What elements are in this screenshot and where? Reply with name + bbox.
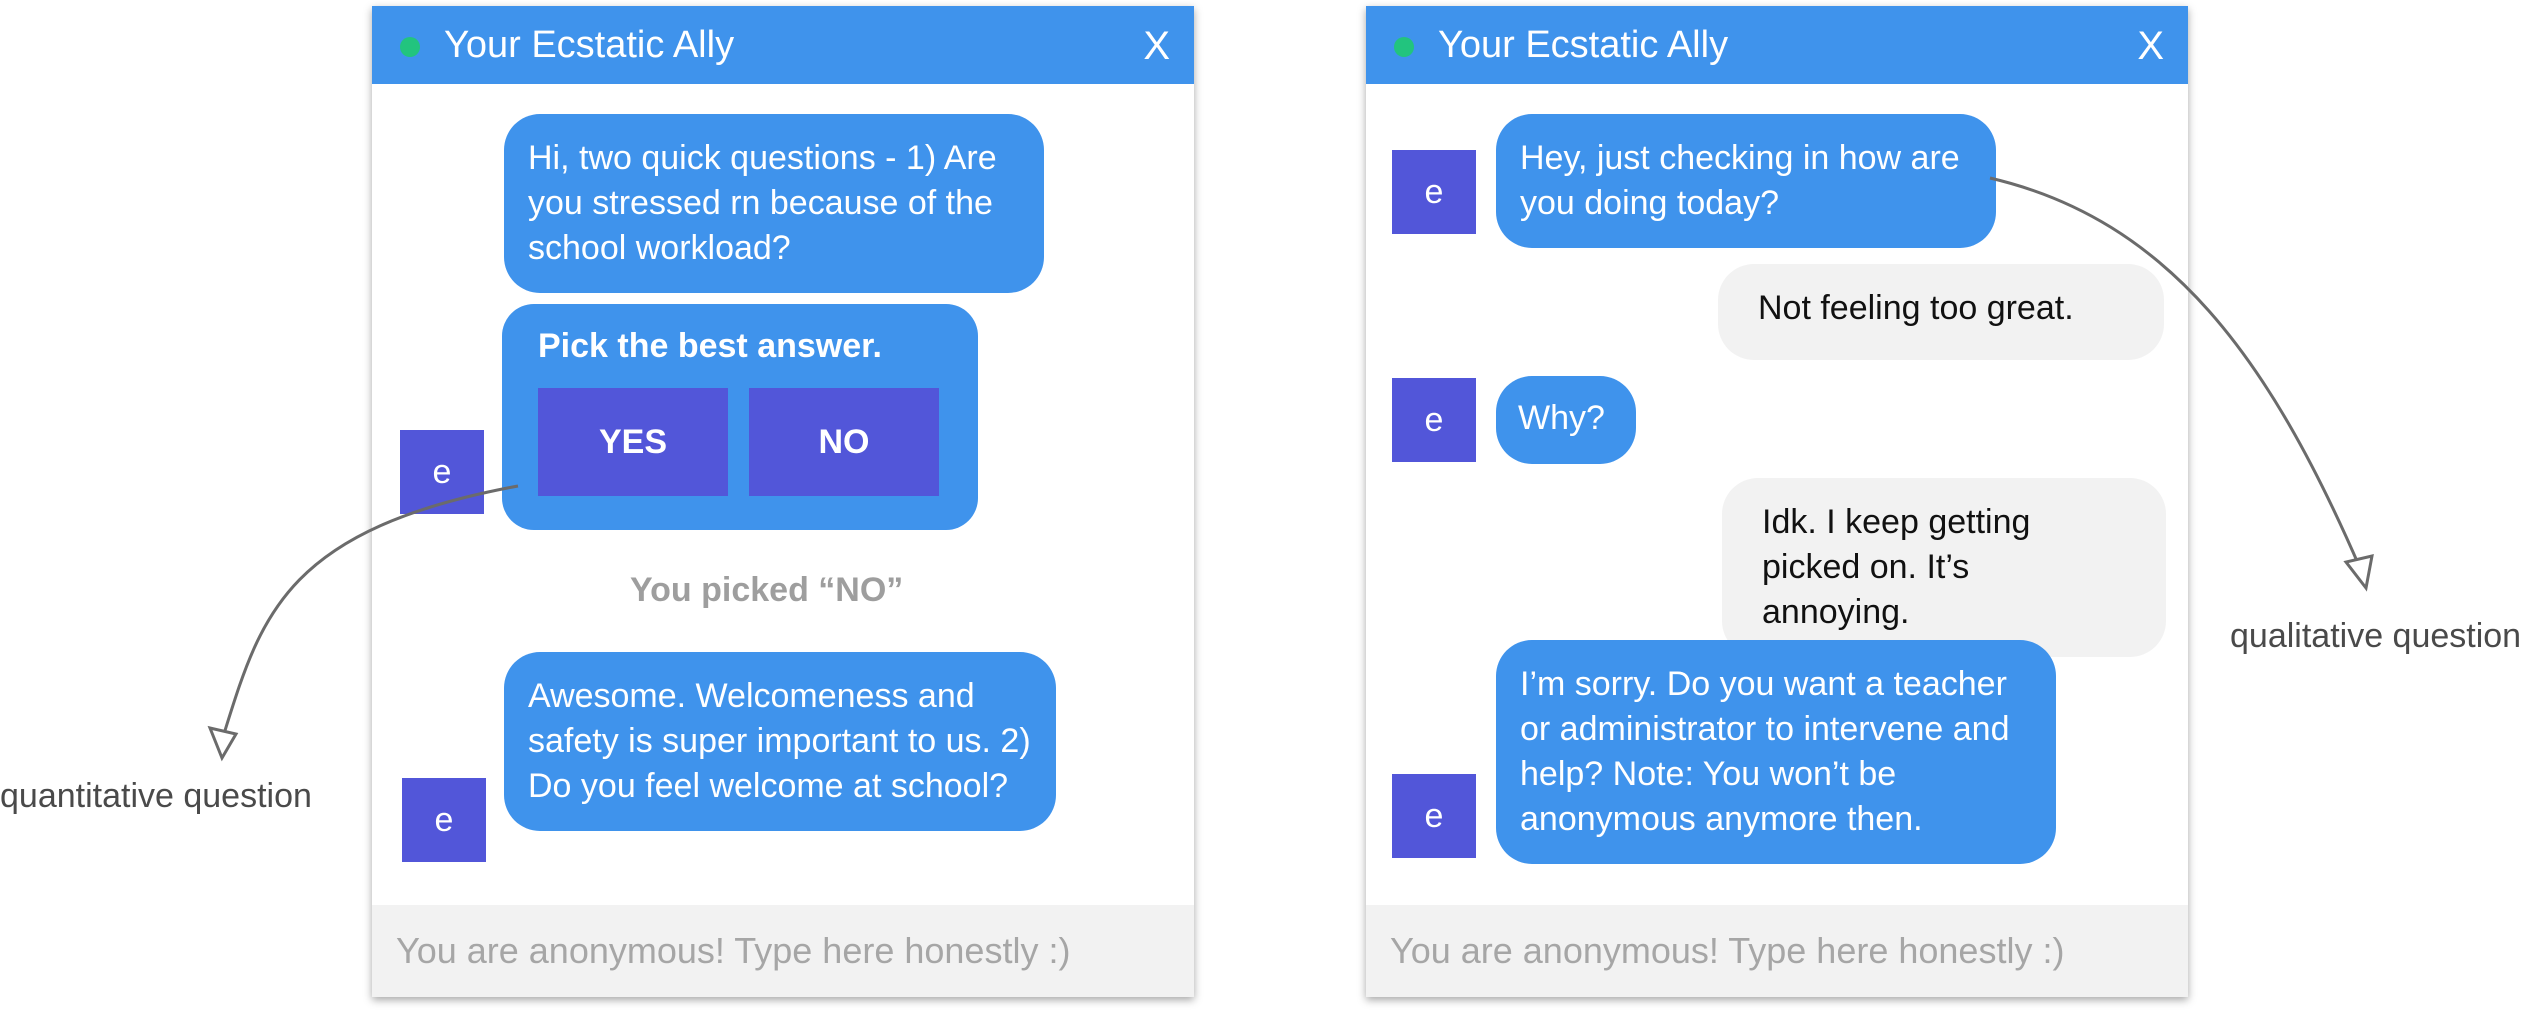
- bot-message-intro-question: Hi, two quick questions - 1) Are you str…: [504, 114, 1044, 293]
- message-input[interactable]: [1390, 929, 2150, 973]
- user-message: Idk. I keep getting picked on. It’s anno…: [1722, 478, 2166, 657]
- answer-prompt: Pick the best answer.: [538, 327, 882, 365]
- answer-choice-card: Pick the best answer. YES NO: [502, 304, 978, 530]
- bot-avatar: e: [1392, 150, 1476, 234]
- bot-message: Why?: [1496, 376, 1636, 464]
- chat-footer: [372, 905, 1194, 997]
- bot-avatar: e: [400, 430, 484, 514]
- right-chat-window: Your Ecstatic Ally X e Hey, just checkin…: [1366, 6, 2188, 997]
- yes-button[interactable]: YES: [538, 388, 728, 496]
- chat-title: Your Ecstatic Ally: [444, 24, 735, 66]
- bot-avatar: e: [1392, 378, 1476, 462]
- user-message: Not feeling too great.: [1718, 264, 2164, 360]
- bot-message-followup: Awesome. Welcomeness and safety is super…: [504, 652, 1056, 831]
- bot-message: I’m sorry. Do you want a teacher or admi…: [1496, 640, 2056, 864]
- bot-message: Hey, just checking in how are you doing …: [1496, 114, 1996, 248]
- left-chat-window: Your Ecstatic Ally X Hi, two quick quest…: [372, 6, 1194, 997]
- no-button[interactable]: NO: [749, 388, 939, 496]
- chat-title: Your Ecstatic Ally: [1438, 24, 1729, 66]
- bot-avatar: e: [402, 778, 486, 862]
- online-status-dot: [400, 37, 420, 57]
- chat-header: Your Ecstatic Ally X: [372, 6, 1194, 84]
- chat-header: Your Ecstatic Ally X: [1366, 6, 2188, 84]
- close-button[interactable]: X: [1143, 24, 1170, 68]
- online-status-dot: [1394, 37, 1414, 57]
- chat-footer: [1366, 905, 2188, 997]
- message-input[interactable]: [396, 929, 1156, 973]
- picked-answer-note: You picked “NO”: [630, 571, 904, 609]
- qualitative-question-label: qualitative question: [2230, 617, 2522, 655]
- quantitative-question-label: quantitative question: [0, 777, 312, 815]
- bot-avatar: e: [1392, 774, 1476, 858]
- close-button[interactable]: X: [2137, 24, 2164, 68]
